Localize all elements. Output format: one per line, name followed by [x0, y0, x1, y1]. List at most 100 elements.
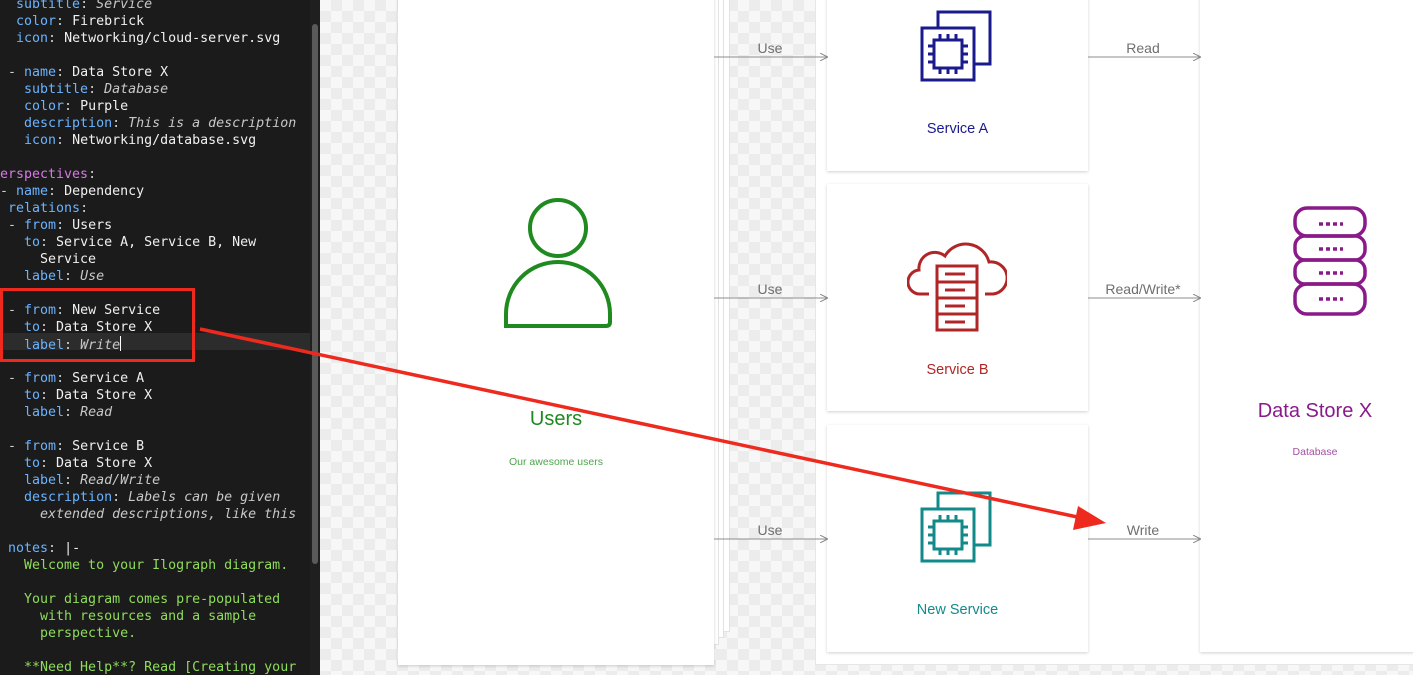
code-token: :: [112, 116, 129, 131]
editor-line[interactable]: color: Purple: [0, 98, 128, 115]
code-token: :: [48, 31, 65, 46]
code-token: :: [56, 218, 73, 233]
code-token: Database: [104, 82, 169, 97]
code-token: from: [24, 371, 57, 386]
editor-line[interactable]: perspective.: [0, 625, 136, 642]
code-token: Users: [72, 218, 113, 233]
diagram-canvas[interactable]: Users Our awesome users Service A Servic…: [320, 0, 1413, 675]
code-token: Use: [80, 269, 105, 284]
editor-scrollbar-thumb[interactable]: [312, 24, 318, 564]
code-token: name: [16, 184, 49, 199]
code-token: from: [24, 439, 57, 454]
code-token: Service A, Service B, New: [56, 235, 257, 250]
annotation-highlight-box: [0, 288, 195, 362]
code-token: label: [0, 473, 65, 488]
editor-line[interactable]: notes: |-: [0, 540, 80, 557]
code-token: relations: [0, 201, 81, 216]
code-token: Service: [96, 0, 153, 12]
code-token: :: [56, 14, 73, 29]
connector-label-use-b[interactable]: Use: [720, 281, 820, 297]
connector-label-read[interactable]: Read: [1093, 40, 1193, 56]
editor-line[interactable]: extended descriptions, like this: [0, 506, 296, 523]
connector-label-use-new[interactable]: Use: [720, 522, 820, 538]
editor-line[interactable]: subtitle: Database: [0, 81, 168, 98]
editor-line[interactable]: - from: Users: [0, 217, 112, 234]
code-token: :: [64, 269, 81, 284]
code-token: |-: [64, 541, 81, 556]
editor-line[interactable]: icon: Networking/database.svg: [0, 132, 256, 149]
code-token: :: [112, 490, 129, 505]
code-token: label: [0, 269, 65, 284]
editor-line[interactable]: Your diagram comes pre-populated: [0, 591, 280, 608]
code-editor[interactable]: subtitle: Service color: Firebrick icon:…: [0, 0, 320, 675]
editor-line[interactable]: to: Data Store X: [0, 387, 152, 404]
code-token: :: [48, 541, 65, 556]
code-token: description: [0, 490, 113, 505]
code-token: :: [64, 473, 81, 488]
code-token: Networking/database.svg: [72, 133, 257, 148]
code-token: color: [0, 99, 65, 114]
code-token: with resources and a sample: [0, 609, 257, 624]
code-token: perspective.: [0, 626, 137, 641]
editor-line[interactable]: **Need Help**? Read [Creating your: [0, 659, 296, 675]
code-token: :: [88, 82, 105, 97]
code-token: Welcome to your Ilograph diagram.: [0, 558, 289, 573]
code-token: to: [0, 456, 41, 471]
editor-line[interactable]: - from: Service B: [0, 438, 144, 455]
code-token: subtitle: [0, 0, 81, 12]
editor-line[interactable]: description: Labels can be given: [0, 489, 280, 506]
code-token: :: [80, 201, 89, 216]
editor-line[interactable]: color: Firebrick: [0, 13, 144, 30]
code-token: **Need Help**? Read [Creating your: [0, 660, 297, 675]
connector-label-read-write[interactable]: Read/Write*: [1093, 281, 1193, 297]
editor-line[interactable]: label: Use: [0, 268, 104, 285]
code-token: :: [40, 235, 57, 250]
connection-lines: [714, 0, 1413, 675]
editor-line[interactable]: Welcome to your Ilograph diagram.: [0, 557, 288, 574]
code-token: :: [56, 133, 73, 148]
code-token: subtitle: [0, 82, 89, 97]
code-token: Service B: [72, 439, 145, 454]
code-token: :: [64, 405, 81, 420]
code-token: Dependency: [64, 184, 145, 199]
code-token: :: [88, 167, 97, 182]
editor-line[interactable]: description: This is a description: [0, 115, 296, 132]
code-token: Networking/cloud-server.svg: [64, 31, 281, 46]
code-token: Service A: [72, 371, 145, 386]
code-token: Your diagram comes pre-populated: [0, 592, 281, 607]
code-token: -: [0, 218, 25, 233]
editor-line[interactable]: - name: Data Store X: [0, 64, 168, 81]
code-token: :: [48, 184, 65, 199]
code-token: -: [0, 184, 17, 199]
code-token: Purple: [80, 99, 129, 114]
code-token: from: [24, 218, 57, 233]
editor-line[interactable]: - name: Dependency: [0, 183, 144, 200]
code-token: Data Store X: [56, 388, 153, 403]
code-token: Read: [80, 405, 113, 420]
code-token: This is a description: [128, 116, 297, 131]
editor-line[interactable]: subtitle: Service: [0, 0, 152, 13]
editor-line[interactable]: Service: [0, 251, 96, 268]
editor-line[interactable]: with resources and a sample: [0, 608, 256, 625]
code-token: Firebrick: [72, 14, 145, 29]
editor-line[interactable]: to: Data Store X: [0, 455, 152, 472]
code-token: label: [0, 405, 65, 420]
editor-line[interactable]: to: Service A, Service B, New: [0, 234, 256, 251]
code-token: Read/Write: [80, 473, 161, 488]
editor-line[interactable]: relations:: [0, 200, 88, 217]
editor-line[interactable]: label: Read: [0, 404, 112, 421]
code-token: color: [0, 14, 57, 29]
editor-line[interactable]: icon: Networking/cloud-server.svg: [0, 30, 280, 47]
editor-line[interactable]: - from: Service A: [0, 370, 144, 387]
code-token: erspectives: [0, 167, 89, 182]
code-token: Labels can be given: [128, 490, 281, 505]
code-token: Service: [0, 252, 97, 267]
code-token: to: [0, 388, 41, 403]
connector-label-use-a[interactable]: Use: [720, 40, 820, 56]
editor-line[interactable]: erspectives:: [0, 166, 96, 183]
editor-line[interactable]: label: Read/Write: [0, 472, 160, 489]
connector-label-write[interactable]: Write: [1093, 522, 1193, 538]
code-token: :: [56, 439, 73, 454]
code-token: extended descriptions, like this: [0, 507, 297, 522]
code-token: -: [0, 439, 25, 454]
